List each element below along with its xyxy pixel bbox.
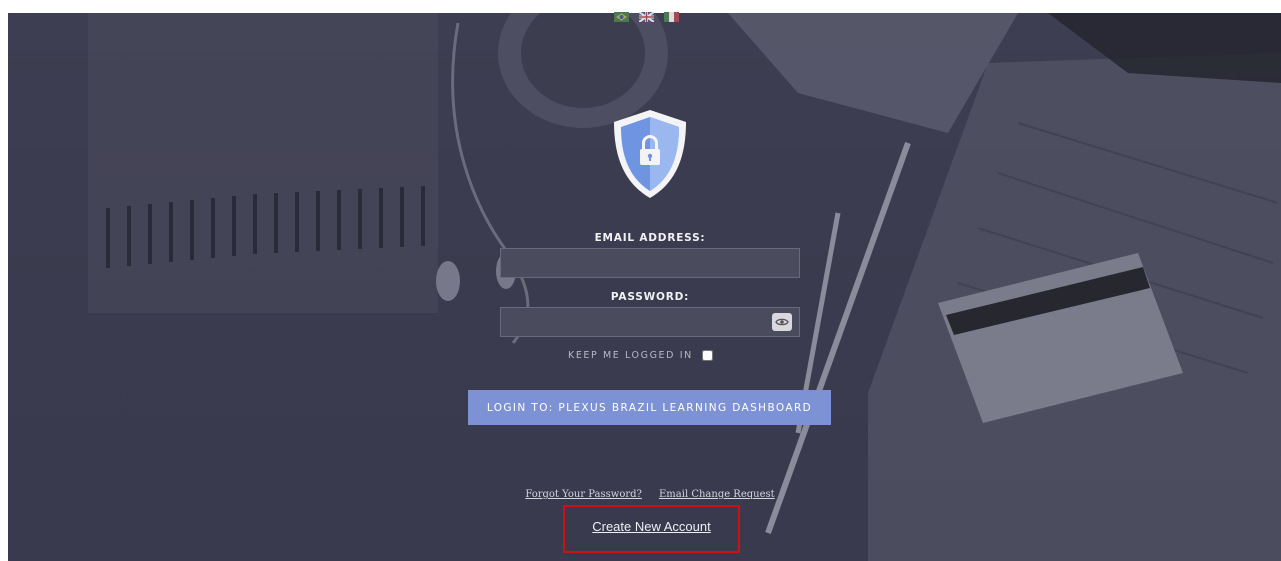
keep-logged-in-row: KEEP ME LOGGED IN <box>568 350 713 361</box>
eye-icon <box>775 318 789 326</box>
background-image <box>8 13 1281 561</box>
password-input[interactable] <box>500 307 800 337</box>
login-page: EMAIL ADDRESS: PASSWORD: KEEP ME LOGGED … <box>0 0 1281 561</box>
email-label: EMAIL ADDRESS: <box>594 232 706 244</box>
mexico-flag-icon[interactable] <box>664 12 679 22</box>
keep-logged-in-label: KEEP ME LOGGED IN <box>568 350 693 361</box>
language-selector <box>614 12 679 22</box>
uk-flag-icon[interactable] <box>639 12 654 22</box>
email-change-request-link[interactable]: Email Change Request <box>659 489 775 500</box>
desk-background-illustration <box>88 13 1281 561</box>
forgot-password-link[interactable]: Forgot Your Password? <box>525 489 642 500</box>
create-new-account-link[interactable]: Create New Account <box>563 519 740 534</box>
login-button[interactable]: LOGIN TO: PLEXUS BRAZIL LEARNING DASHBOA… <box>468 390 831 425</box>
auth-links: Forgot Your Password? Email Change Reque… <box>500 482 800 501</box>
email-input[interactable] <box>500 248 800 278</box>
brazil-flag-icon[interactable] <box>614 12 629 22</box>
keep-logged-in-checkbox[interactable] <box>701 350 713 361</box>
password-label: PASSWORD: <box>610 291 690 303</box>
show-password-button[interactable] <box>772 313 792 331</box>
security-shield-lock-icon <box>614 110 686 198</box>
